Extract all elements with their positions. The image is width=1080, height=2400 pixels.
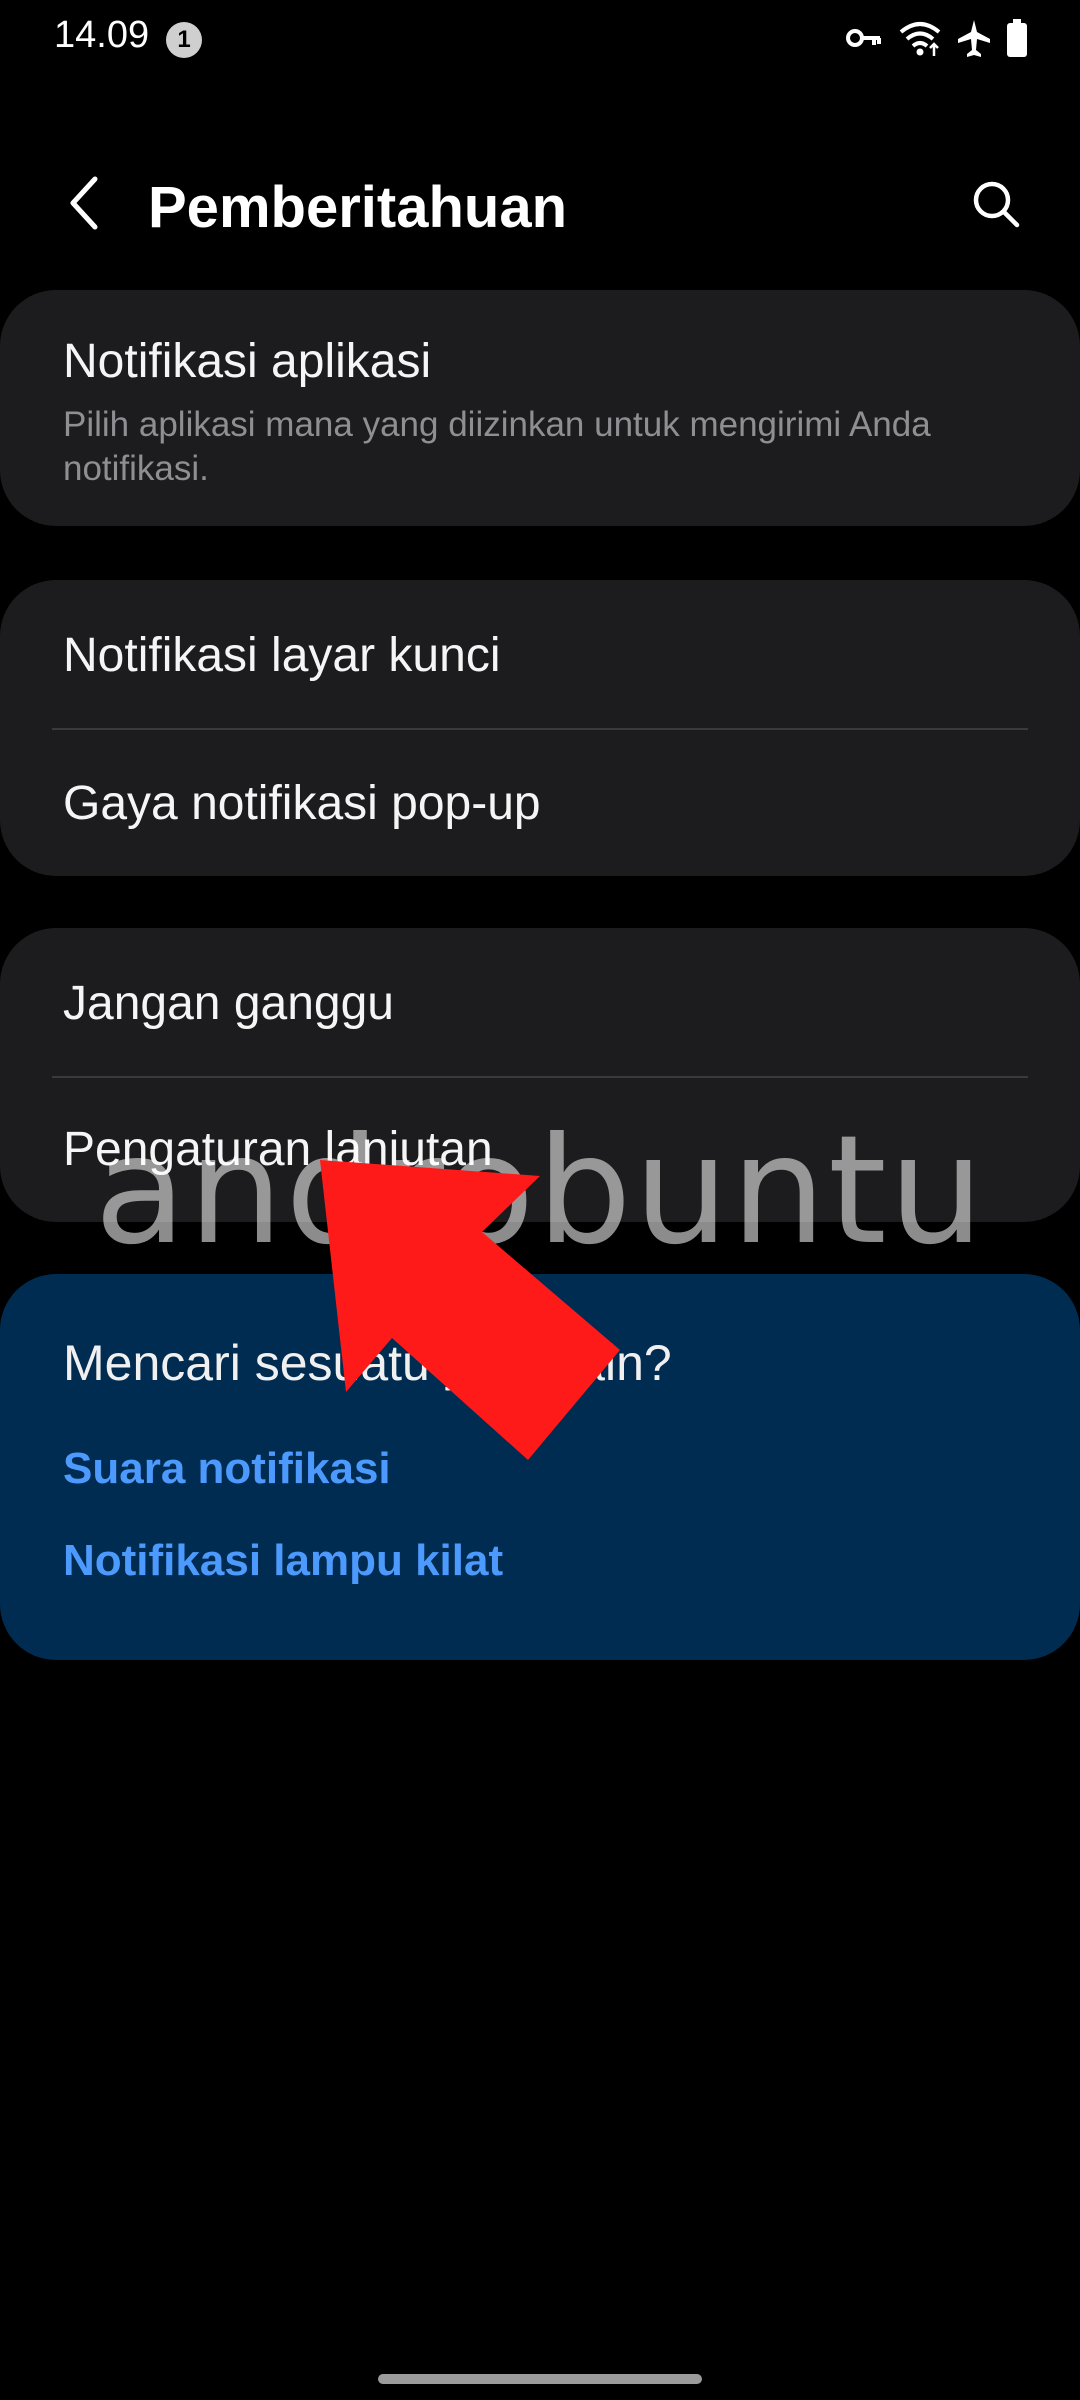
flash-notification-link[interactable]: Notifikasi lampu kilat (63, 1536, 503, 1586)
app-notifications-subtitle-line2: notifikasi. (63, 449, 209, 488)
battery-icon (1007, 19, 1027, 57)
page-title: Pemberitahuan (148, 175, 567, 240)
suggestions-title: Mencari sesuatu yang lain? (63, 1335, 672, 1391)
wifi-icon (899, 22, 941, 56)
dnd-advanced-card: Jangan ganggu Pengaturan lanjutan (0, 928, 1080, 1222)
suggestions-card: Mencari sesuatu yang lain? Suara notifik… (0, 1274, 1080, 1660)
back-button[interactable] (50, 168, 120, 238)
app-notifications-item[interactable]: Notifikasi aplikasi Pilih aplikasi mana … (63, 334, 1020, 491)
divider (52, 728, 1028, 730)
advanced-settings-title: Pengaturan lanjutan (63, 1123, 493, 1176)
status-icons (844, 18, 1028, 58)
app-bar: Pemberitahuan (0, 160, 1080, 250)
search-icon (973, 181, 1020, 228)
popup-style-item[interactable]: Gaya notifikasi pop-up (63, 776, 1020, 831)
lock-screen-notifications-item[interactable]: Notifikasi layar kunci (63, 628, 1020, 683)
key-icon (846, 29, 881, 47)
status-time: 14.09 (54, 14, 150, 56)
notification-sound-link[interactable]: Suara notifikasi (63, 1444, 391, 1494)
airplane-icon (958, 20, 990, 57)
app-notifications-card: Notifikasi aplikasi Pilih aplikasi mana … (0, 290, 1080, 526)
lock-screen-notifications-title: Notifikasi layar kunci (63, 629, 501, 682)
app-notifications-title: Notifikasi aplikasi (63, 335, 432, 388)
do-not-disturb-title: Jangan ganggu (63, 977, 394, 1030)
status-bar: 14.09 1 (0, 0, 1080, 80)
back-arrow-icon (70, 176, 98, 230)
advanced-settings-item[interactable]: Pengaturan lanjutan (63, 1122, 1020, 1177)
app-notifications-subtitle-line1: Pilih aplikasi mana yang diizinkan untuk… (63, 405, 931, 444)
do-not-disturb-item[interactable]: Jangan ganggu (63, 976, 1020, 1031)
popup-style-title: Gaya notifikasi pop-up (63, 777, 541, 830)
app-notifications-subtitle: Pilih aplikasi mana yang diizinkan untuk… (63, 403, 1020, 491)
notification-display-card: Notifikasi layar kunci Gaya notifikasi p… (0, 580, 1080, 876)
divider (52, 1076, 1028, 1078)
home-indicator[interactable] (378, 2374, 702, 2384)
notification-count-badge: 1 (166, 22, 202, 58)
search-button[interactable] (956, 164, 1036, 244)
